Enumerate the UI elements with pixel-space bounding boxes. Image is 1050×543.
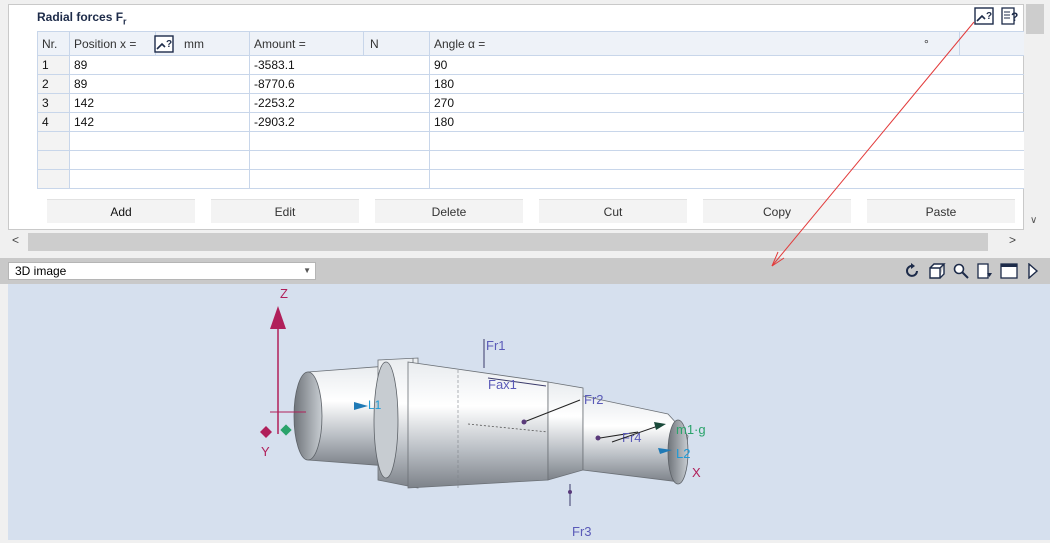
chart-input-icon[interactable]: ? <box>973 6 995 26</box>
force-label-fax1: Fax1 <box>488 377 517 392</box>
row-amount[interactable]: -8770.6 <box>249 74 430 94</box>
view-type-select[interactable]: 3D image ▼ <box>8 262 316 280</box>
row-position[interactable] <box>69 169 250 189</box>
row-nr: 4 <box>37 112 70 132</box>
row-amount[interactable]: -2903.2 <box>249 112 430 132</box>
row-angle[interactable]: 180 <box>429 112 1025 132</box>
row-angle[interactable] <box>429 131 1025 151</box>
forces-table: Nr. Position x = ? mm Amount = N Angle α… <box>37 31 1025 189</box>
y-axis-marker <box>260 426 272 438</box>
position-unit: mm <box>184 36 204 51</box>
table-row[interactable]: 1 89 -3583.1 90 <box>37 55 1025 75</box>
help-icon[interactable]: ? <box>999 6 1021 26</box>
shaft-3d-model: Z Y Fr1 Fax1 Fr2 Fr3 Fr4 m1·g L1 L2 X <box>260 286 706 539</box>
delete-button[interactable]: Delete <box>375 199 523 223</box>
row-nr <box>37 131 70 151</box>
bearing-label-l2: L2 <box>676 446 690 461</box>
table-row-empty[interactable] <box>37 150 1025 170</box>
row-amount[interactable]: -2253.2 <box>249 93 430 113</box>
row-amount[interactable]: -3583.1 <box>249 55 430 75</box>
row-position[interactable] <box>69 150 250 170</box>
window-icon[interactable] <box>998 261 1020 281</box>
row-position[interactable] <box>69 131 250 151</box>
vertical-scroll-thumb[interactable] <box>1026 4 1044 34</box>
view3d-canvas[interactable]: Z Y Fr1 Fax1 Fr2 Fr3 Fr4 m1·g L1 L2 X <box>8 284 1050 540</box>
header-icons: ? ? <box>973 6 1021 26</box>
section-title: Radial forces Fr <box>37 10 127 26</box>
play-icon[interactable] <box>1022 261 1044 281</box>
rotate-icon[interactable] <box>902 261 924 281</box>
col-header-angle-unit: ° <box>924 31 1025 56</box>
row-amount[interactable] <box>249 169 430 189</box>
col-header-amount: Amount = <box>249 31 364 56</box>
position-chart-icon[interactable]: ? <box>154 34 174 53</box>
row-position[interactable]: 89 <box>69 55 250 75</box>
z-axis-arrow <box>270 306 286 329</box>
svg-text:?: ? <box>166 39 172 50</box>
col-header-position-unit-cell: ? mm <box>154 31 250 56</box>
scroll-left-icon[interactable]: < <box>12 233 19 247</box>
view3d-toolbar: 3D image ▼ <box>0 258 1050 284</box>
force-label-fr3: Fr3 <box>572 524 592 539</box>
row-position[interactable]: 142 <box>69 112 250 132</box>
row-position[interactable]: 142 <box>69 93 250 113</box>
svg-text:?: ? <box>986 11 992 22</box>
row-nr <box>37 150 70 170</box>
col-header-position: Position x = <box>69 31 156 56</box>
table-row-empty[interactable] <box>37 131 1025 151</box>
radial-forces-panel: Radial forces Fr ? ? Nr. Position x = ? … <box>8 4 1025 230</box>
chevron-down-icon: ▼ <box>303 266 311 275</box>
col-header-nr: Nr. <box>37 31 70 56</box>
row-nr: 3 <box>37 93 70 113</box>
col-header-amount-unit: N <box>363 31 430 56</box>
horizontal-scroll-thumb[interactable] <box>28 233 988 251</box>
table-row[interactable]: 2 89 -8770.6 180 <box>37 74 1025 94</box>
cube-icon[interactable] <box>926 261 948 281</box>
bearing-label-l1: L1 <box>368 398 382 412</box>
x-axis-label: X <box>692 465 701 480</box>
table-row[interactable]: 3 142 -2253.2 270 <box>37 93 1025 113</box>
row-angle[interactable]: 270 <box>429 93 1025 113</box>
row-nr: 1 <box>37 55 70 75</box>
paste-button[interactable]: Paste <box>867 199 1015 223</box>
horizontal-scrollbar[interactable]: < > <box>8 232 1046 252</box>
svg-text:?: ? <box>1011 10 1018 24</box>
section-title-text: Radial forces F <box>37 10 124 24</box>
table-row[interactable]: 4 142 -2903.2 180 <box>37 112 1025 132</box>
scroll-down-icon[interactable]: ∨ <box>1030 215 1037 226</box>
cut-button[interactable]: Cut <box>539 199 687 223</box>
row-angle[interactable] <box>429 169 1025 189</box>
view3d-tools <box>902 261 1044 281</box>
force-label-fr2: Fr2 <box>584 392 604 407</box>
edit-button[interactable]: Edit <box>211 199 359 223</box>
row-amount[interactable] <box>249 150 430 170</box>
table-header-row: Nr. Position x = ? mm Amount = N Angle α… <box>37 31 1025 56</box>
row-angle[interactable]: 180 <box>429 74 1025 94</box>
section-title-subscript: r <box>123 16 127 27</box>
row-angle[interactable]: 90 <box>429 55 1025 75</box>
col-header-position-label: Position x = <box>74 36 137 51</box>
row-angle[interactable] <box>429 150 1025 170</box>
row-nr: 2 <box>37 74 70 94</box>
table-actions: Add Edit Delete Cut Copy Paste <box>37 199 1025 225</box>
add-button[interactable]: Add <box>47 199 195 223</box>
angle-unit: ° <box>924 36 929 51</box>
y-axis-label: Y <box>261 444 270 459</box>
table-row-empty[interactable] <box>37 169 1025 189</box>
force-label-m1g: m1·g <box>676 422 706 437</box>
row-position[interactable]: 89 <box>69 74 250 94</box>
z-axis-label: Z <box>280 286 288 301</box>
copy-button[interactable]: Copy <box>703 199 851 223</box>
app-frame: Radial forces Fr ? ? Nr. Position x = ? … <box>0 0 1050 540</box>
vertical-scrollbar[interactable]: ∨ <box>1024 4 1046 230</box>
zoom-icon[interactable] <box>950 261 972 281</box>
row-nr <box>37 169 70 189</box>
col-header-angle: Angle α = <box>429 31 960 56</box>
amount-unit: N <box>370 36 379 51</box>
export-icon[interactable] <box>974 261 996 281</box>
view-type-value: 3D image <box>15 264 67 278</box>
row-amount[interactable] <box>249 131 430 151</box>
force-label-fr1: Fr1 <box>486 338 506 353</box>
scroll-right-icon[interactable]: > <box>1009 233 1016 247</box>
